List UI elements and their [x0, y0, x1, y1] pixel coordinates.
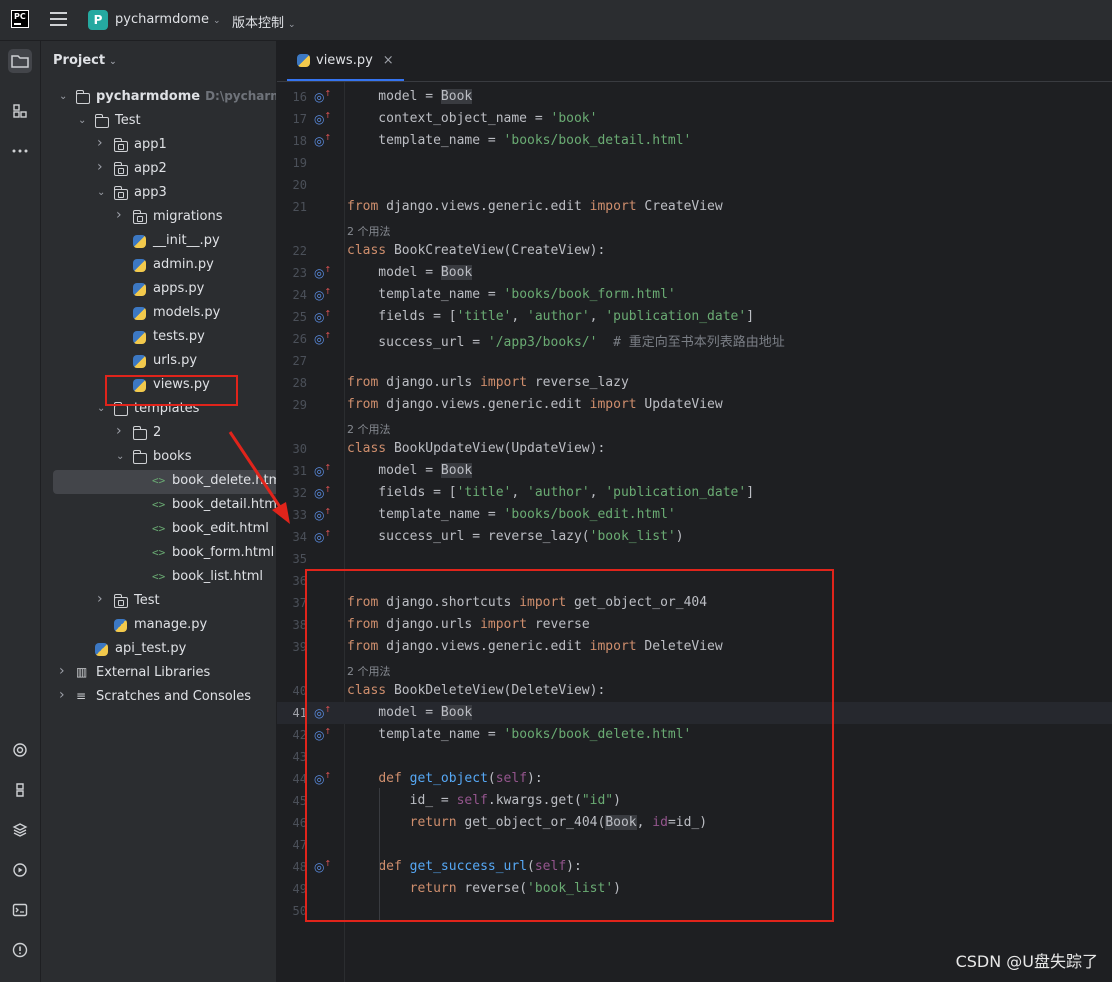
annotation-arrow-icon	[228, 431, 290, 524]
watermark: CSDN @U盘失踪了	[955, 952, 1098, 971]
